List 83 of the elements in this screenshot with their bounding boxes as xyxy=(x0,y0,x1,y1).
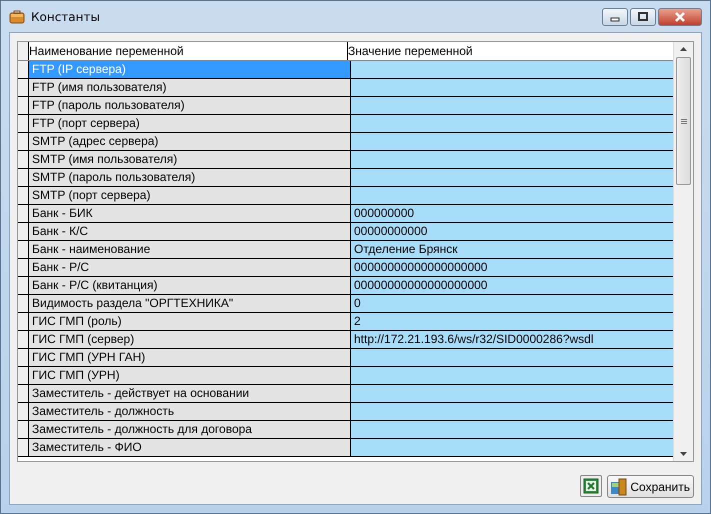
table-cell[interactable] xyxy=(351,79,673,96)
table-cell[interactable]: SMTP (адрес сервера) xyxy=(29,133,351,150)
row-header[interactable] xyxy=(18,367,29,384)
close-button[interactable] xyxy=(658,8,702,26)
table-cell[interactable]: SMTP (пароль пользователя) xyxy=(29,169,351,186)
table-cell[interactable] xyxy=(351,385,673,402)
row-header xyxy=(18,42,29,60)
minimize-button[interactable] xyxy=(602,8,628,26)
row-header[interactable] xyxy=(18,187,29,204)
row-header[interactable] xyxy=(18,313,29,330)
row-header[interactable] xyxy=(18,97,29,114)
row-header[interactable] xyxy=(18,169,29,186)
scroll-thumb[interactable] xyxy=(676,57,691,185)
table-cell[interactable] xyxy=(351,367,673,384)
table-cell[interactable]: ГИС ГМП (сервер) xyxy=(29,331,351,348)
table-cell[interactable]: 2 xyxy=(351,313,673,330)
table-cell[interactable]: FTP (пароль пользователя) xyxy=(29,97,351,114)
table-cell[interactable]: Заместитель - должность для договора xyxy=(29,421,351,438)
row-header[interactable] xyxy=(18,277,29,294)
table-cell[interactable]: Заместитель - ФИО xyxy=(29,439,351,456)
table-cell[interactable]: Заместитель - действует на основании xyxy=(29,385,351,402)
table-cell[interactable]: ГИС ГМП (УРН ГАН) xyxy=(29,349,351,366)
row-header[interactable] xyxy=(18,259,29,276)
spreadsheet-icon xyxy=(583,478,600,494)
table-cell[interactable]: Банк - Р/С xyxy=(29,259,351,276)
table-cell[interactable]: 00000000000000000000 xyxy=(351,259,673,276)
maximize-button[interactable] xyxy=(630,8,656,26)
table-cell[interactable]: Отделение Брянск xyxy=(351,241,673,258)
door-icon xyxy=(610,478,628,496)
row-header[interactable] xyxy=(18,349,29,366)
row-header[interactable] xyxy=(18,331,29,348)
row-header[interactable] xyxy=(18,79,29,96)
window-title: Константы xyxy=(31,10,100,24)
table-cell[interactable]: SMTP (порт сервера) xyxy=(29,187,351,204)
row-header[interactable] xyxy=(18,295,29,312)
scroll-down-icon[interactable] xyxy=(680,452,687,456)
table-cell[interactable]: SMTP (имя пользователя) xyxy=(29,151,351,168)
scroll-up-icon[interactable] xyxy=(680,47,687,51)
table-cell[interactable]: 0 xyxy=(351,295,673,312)
table-cell[interactable]: 00000000000 xyxy=(351,223,673,240)
grip-icon xyxy=(680,118,686,124)
table-cell[interactable] xyxy=(351,169,673,186)
table-cell[interactable]: FTP (порт сервера) xyxy=(29,115,351,132)
table-cell[interactable] xyxy=(351,187,673,204)
row-header[interactable] xyxy=(18,133,29,150)
maximize-icon xyxy=(638,12,648,22)
row-header[interactable] xyxy=(18,421,29,438)
table-cell[interactable] xyxy=(351,403,673,420)
table-cell[interactable]: Банк - Р/С (квитанция) xyxy=(29,277,351,294)
scrollbar[interactable] xyxy=(673,42,693,461)
row-header[interactable] xyxy=(18,223,29,240)
excel-export-button[interactable] xyxy=(580,475,602,497)
table-cell[interactable] xyxy=(351,97,673,114)
table-cell[interactable]: Заместитель - должность xyxy=(29,403,351,420)
table-cell[interactable] xyxy=(351,61,673,78)
table-cell[interactable]: Банк - наименование xyxy=(29,241,351,258)
column-header[interactable]: Наименование переменной xyxy=(29,42,348,60)
row-header[interactable] xyxy=(18,439,29,456)
table-cell[interactable] xyxy=(351,439,673,456)
row-header[interactable] xyxy=(18,115,29,132)
briefcase-icon xyxy=(9,8,25,24)
save-button[interactable]: Сохранить xyxy=(607,475,694,498)
row-header[interactable] xyxy=(18,151,29,168)
row-header[interactable] xyxy=(18,205,29,222)
table-cell[interactable]: 00000000000000000000 xyxy=(351,277,673,294)
table-cell[interactable]: ГИС ГМП (роль) xyxy=(29,313,351,330)
table-cell[interactable]: Видимость раздела "ОРГТЕХНИКА" xyxy=(29,295,351,312)
table-cell[interactable]: 000000000 xyxy=(351,205,673,222)
table-cell[interactable] xyxy=(351,151,673,168)
table-cell[interactable] xyxy=(351,421,673,438)
table-cell[interactable] xyxy=(351,133,673,150)
table-cell[interactable] xyxy=(351,349,673,366)
table-cell[interactable]: Банк - БИК xyxy=(29,205,351,222)
table-cell[interactable]: http://172.21.193.6/ws/r32/SID0000286?wsdl xyxy=(351,331,673,348)
row-header[interactable] xyxy=(18,385,29,402)
row-header[interactable] xyxy=(18,403,29,420)
table-cell[interactable]: Банк - К/С xyxy=(29,223,351,240)
table-cell[interactable]: ГИС ГМП (УРН) xyxy=(29,367,351,384)
row-header[interactable] xyxy=(18,241,29,258)
close-icon xyxy=(674,12,686,22)
row-header[interactable] xyxy=(18,61,29,78)
table-cell[interactable]: FTP (имя пользователя) xyxy=(29,79,351,96)
table-cell[interactable] xyxy=(351,115,673,132)
